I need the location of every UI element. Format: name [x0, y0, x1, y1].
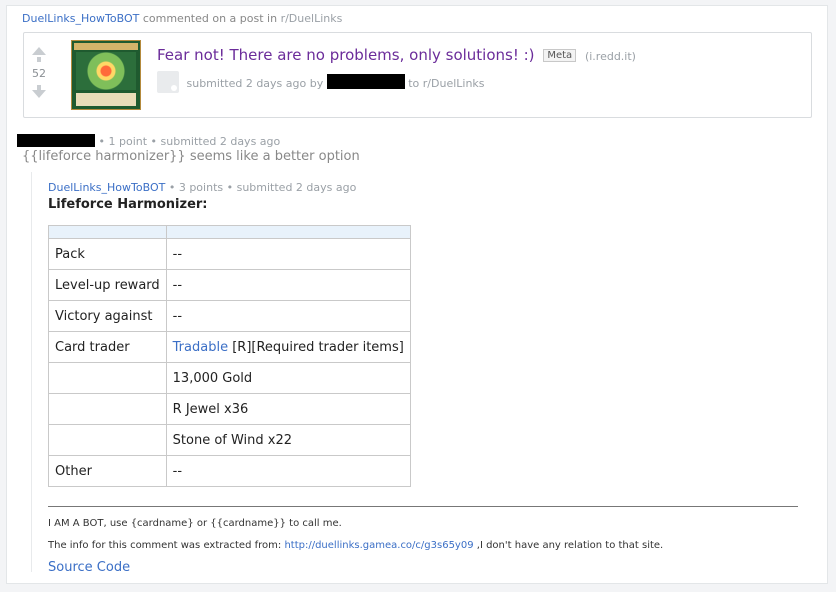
table-key-cell — [48, 393, 167, 425]
post-thumbnail[interactable] — [71, 40, 141, 110]
source-site-link[interactable]: http://duellinks.gamea.co/c/g3s65y09 — [284, 540, 473, 551]
upvote-icon[interactable] — [32, 47, 46, 55]
post-flair: Meta — [543, 49, 577, 62]
table-row: Pack -- — [48, 238, 411, 270]
post-submeta: submitted 2 days ago by to r/DuelLinks — [157, 71, 485, 93]
table-row: Victory against -- — [48, 300, 411, 332]
bot-comment: DuelLinks_HowToBOT • 3 points • submitte… — [31, 172, 812, 575]
table-key-cell: Pack — [48, 238, 167, 270]
table-value-cell: Stone of Wind x22 — [165, 424, 411, 456]
table-row: 13,000 Gold — [48, 362, 411, 394]
parent-comment-meta: • 1 point • submitted 2 days ago — [17, 134, 280, 148]
table-key-cell: Card trader — [48, 331, 167, 363]
table-header-cell — [165, 225, 411, 239]
table-key-cell: Level-up reward — [48, 269, 167, 301]
table-header-row — [48, 225, 411, 239]
downvote-icon[interactable] — [32, 90, 46, 98]
redacted-commenter — [17, 134, 95, 147]
trader-note: [R][Required trader items] — [232, 339, 404, 355]
table-value-cell: -- — [165, 300, 411, 332]
table-key-cell: Other — [48, 455, 167, 487]
tradable-link[interactable]: Tradable — [173, 340, 228, 355]
bot-comment-meta-text: • 3 points • submitted 2 days ago — [168, 181, 357, 194]
to-subreddit-text[interactable]: to r/DuelLinks — [408, 77, 484, 90]
table-value-cell: -- — [165, 455, 411, 487]
thumbnail-card-art — [76, 52, 136, 90]
footer-suffix: ,I don't have any relation to that site. — [476, 540, 664, 551]
comment-header: DuelLinks_HowToBOT commented on a post i… — [22, 12, 342, 25]
footer-prefix: The info for this comment was extracted … — [48, 540, 282, 551]
thumbnail-card-text — [76, 93, 136, 106]
bot-footer-line2: The info for this comment was extracted … — [48, 540, 663, 551]
redacted-username — [326, 74, 405, 89]
post-title-line: Fear not! There are no problems, only so… — [157, 46, 636, 64]
table-key-cell: Victory against — [48, 300, 167, 332]
table-row: Other -- — [48, 455, 411, 487]
table-row: Level-up reward -- — [48, 269, 411, 301]
card-title: Lifeforce Harmonizer: — [48, 197, 208, 212]
table-header-cell — [48, 225, 167, 239]
table-key-cell — [48, 424, 167, 456]
table-value-cell: R Jewel x36 — [165, 393, 411, 425]
post-score: 52 — [32, 67, 46, 80]
table-key-cell — [48, 362, 167, 394]
submitted-text: submitted 2 days ago by — [186, 77, 324, 90]
parent-comment-meta-text: • 1 point • submitted 2 days ago — [98, 135, 281, 148]
upvote-stem — [37, 57, 41, 62]
subreddit-link[interactable]: r/DuelLinks — [281, 12, 343, 25]
linked-post: 52 Fear not! There are no problems, only… — [23, 32, 812, 118]
bot-comment-meta: DuelLinks_HowToBOT • 3 points • submitte… — [48, 181, 356, 194]
table-row: Stone of Wind x22 — [48, 424, 411, 456]
bot-author-link[interactable]: DuelLinks_HowToBOT — [22, 12, 139, 25]
table-value-cell: 13,000 Gold — [165, 362, 411, 394]
post-domain[interactable]: (i.redd.it) — [585, 50, 636, 63]
card-info-table: Pack -- Level-up reward -- Victory again… — [48, 225, 411, 487]
bot-footer-line1: I AM A BOT, use {cardname} or {{cardname… — [48, 518, 342, 529]
post-title[interactable]: Fear not! There are no problems, only so… — [157, 46, 535, 64]
bot-comment-author[interactable]: DuelLinks_HowToBOT — [48, 181, 165, 194]
vote-box: 52 — [28, 47, 50, 98]
parent-comment-body: {{lifeforce harmonizer}} seems like a be… — [22, 149, 360, 164]
table-row: Card trader Tradable [R][Required trader… — [48, 331, 411, 363]
table-value-cell: -- — [165, 238, 411, 270]
avatar-icon[interactable] — [157, 71, 179, 93]
footer-divider — [48, 506, 798, 507]
table-value-cell: Tradable [R][Required trader items] — [165, 331, 411, 363]
header-action-text: commented on a post in — [142, 12, 278, 25]
source-code-link[interactable]: Source Code — [48, 560, 130, 575]
thumbnail-card-name-bar — [74, 43, 138, 50]
table-value-cell: -- — [165, 269, 411, 301]
source-code-row: Source Code — [48, 560, 130, 575]
table-row: R Jewel x36 — [48, 393, 411, 425]
comment-card: DuelLinks_HowToBOT commented on a post i… — [6, 5, 828, 584]
